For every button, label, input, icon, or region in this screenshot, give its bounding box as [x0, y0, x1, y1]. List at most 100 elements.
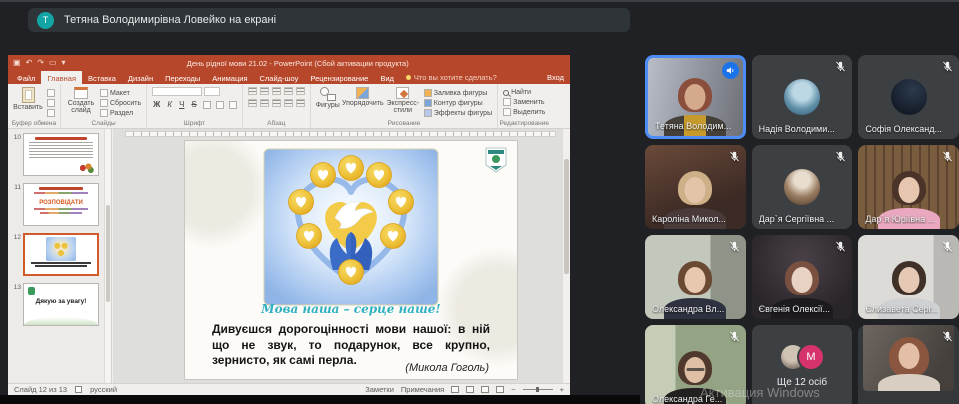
slide-10-thumbnail[interactable]	[23, 133, 99, 176]
participant-tile-unnamed[interactable]	[858, 325, 959, 404]
reading-view-icon[interactable]	[481, 386, 490, 393]
new-slide-button[interactable]: Создать слайд	[66, 87, 96, 114]
spellcheck-icon[interactable]	[75, 386, 83, 393]
layout-button[interactable]: Макет	[100, 89, 141, 97]
select-button[interactable]: Выделить	[503, 108, 545, 116]
section-label: Раздел	[110, 109, 134, 117]
participant-tile-yelyzaveta[interactable]: Єлизавета Серг...	[858, 235, 959, 319]
zoom-out-icon[interactable]: −	[511, 385, 515, 394]
shape-effects-button[interactable]: Эффекты фигуры	[423, 109, 493, 117]
tab-insert[interactable]: Вставка	[82, 71, 122, 84]
slideshow-view-icon[interactable]	[496, 386, 505, 393]
tab-animations[interactable]: Анимация	[206, 71, 253, 84]
replace-button[interactable]: Заменить	[503, 98, 545, 106]
find-icon	[503, 89, 510, 96]
tab-slideshow[interactable]: Слайд-шоу	[254, 71, 305, 84]
participant-tile-yevheniia[interactable]: Євгенія Олексії...	[751, 235, 853, 319]
zoom-slider[interactable]	[522, 387, 553, 392]
participant-tile-karolina[interactable]: Кароліна Микол...	[645, 145, 746, 229]
tab-design[interactable]: Дизайн	[122, 71, 159, 84]
slide-scrollbar[interactable]	[562, 129, 570, 383]
slideshow-icon[interactable]: ▭	[49, 55, 57, 71]
replace-label: Заменить	[513, 98, 545, 106]
paragraph-group-label: Абзац	[267, 120, 286, 127]
slide-12-thumbnail-selected[interactable]	[23, 233, 99, 276]
arrange-button[interactable]: Упорядочить	[342, 87, 384, 107]
avatar	[783, 169, 820, 205]
drawing-group-label: Рисование	[387, 120, 421, 127]
slide-13-thumbnail[interactable]: Дякую за увагу!	[23, 283, 99, 326]
align-right-icon[interactable]	[271, 99, 281, 107]
format-painter-icon[interactable]	[47, 109, 55, 117]
font-name-input[interactable]	[152, 87, 203, 96]
slide-canvas[interactable]: Мова наша – серце наше! Дивуєшся дорогоц…	[185, 141, 517, 379]
shape-outline-icon	[423, 99, 432, 107]
shape-fill-label: Заливка фигуры	[433, 89, 488, 97]
participant-tile-tetiana[interactable]: Тетяна Володим...	[645, 55, 746, 139]
undo-icon[interactable]: ↶	[26, 55, 33, 71]
find-button[interactable]: Найти	[503, 89, 545, 96]
thumbnail-scrollbar[interactable]	[104, 129, 111, 383]
horizontal-ruler	[125, 131, 556, 137]
tab-transitions[interactable]: Переходы	[159, 71, 206, 84]
participant-tile-daria-yu[interactable]: Дар`я Юріївна ...	[858, 145, 959, 229]
shape-fill-icon	[423, 89, 432, 97]
cut-icon[interactable]	[47, 89, 55, 97]
participant-tile-sofiia[interactable]: Софія Олександ...	[858, 55, 959, 139]
font-color-icon[interactable]	[228, 100, 237, 109]
tab-home[interactable]: Главная	[41, 71, 82, 84]
section-button[interactable]: Раздел	[100, 109, 141, 117]
participant-tile-daria-s[interactable]: Дар`я Сергіївна ...	[751, 145, 853, 229]
sign-in-button[interactable]: Вход	[547, 71, 564, 84]
bullets-icon[interactable]	[247, 87, 257, 95]
shape-fill-button[interactable]: Заливка фигуры	[423, 89, 492, 97]
align-left-icon[interactable]	[247, 99, 257, 107]
save-icon[interactable]: ▣	[13, 55, 21, 71]
avatar	[783, 79, 820, 115]
mic-off-icon	[943, 331, 952, 342]
slide-sorter-icon[interactable]	[466, 386, 475, 393]
italic-button[interactable]: К	[166, 100, 173, 109]
tab-view[interactable]: Вид	[374, 71, 400, 84]
slide-11-thumbnail[interactable]: РОЗПОВІДАТИ	[23, 183, 99, 226]
char-spacing-icon[interactable]	[202, 100, 211, 109]
shapes-button[interactable]: Фигуры	[316, 87, 340, 109]
justify-icon[interactable]	[283, 99, 293, 107]
quick-styles-button[interactable]: Экспресс-стили	[386, 87, 420, 114]
shape-outline-button[interactable]: Контур фигуры	[423, 99, 492, 107]
tab-file[interactable]: Файл	[11, 71, 41, 84]
paste-button[interactable]: Вставить	[13, 87, 43, 111]
font-size-input[interactable]	[204, 87, 221, 96]
align-center-icon[interactable]	[259, 99, 269, 107]
copy-icon[interactable]	[47, 99, 55, 107]
shape-effects-icon	[423, 109, 432, 117]
change-case-icon[interactable]	[215, 100, 224, 109]
columns-icon[interactable]	[295, 99, 305, 107]
tab-review[interactable]: Рецензирование	[304, 71, 374, 84]
redo-icon[interactable]: ↷	[37, 55, 44, 71]
reset-button[interactable]: Сбросить	[100, 99, 141, 107]
logo-mini	[28, 287, 35, 295]
notes-button[interactable]: Заметки	[365, 385, 394, 394]
shape-outline-label: Контур фигуры	[433, 99, 483, 107]
language-indicator[interactable]: русский	[90, 385, 117, 394]
windows-activation-watermark: Активация Windows	[700, 385, 820, 400]
slide-11-number: 11	[14, 184, 21, 191]
heart-image-mini	[46, 237, 76, 261]
lightbulb-icon	[405, 75, 411, 80]
tell-me-box[interactable]: Что вы хотите сделать?	[400, 71, 503, 84]
strikethrough-button[interactable]: S	[190, 100, 197, 109]
indent-decrease-icon[interactable]	[271, 87, 281, 95]
shapes-label: Фигуры	[315, 102, 340, 109]
normal-view-icon[interactable]	[451, 386, 460, 393]
line-spacing-icon[interactable]	[295, 87, 305, 95]
indent-increase-icon[interactable]	[283, 87, 293, 95]
shape-effects-label: Эффекты фигуры	[433, 109, 493, 117]
participant-tile-oleksandra-vl[interactable]: Олександра Вл...	[645, 235, 746, 319]
bold-button[interactable]: Ж	[152, 100, 161, 109]
zoom-in-icon[interactable]: +	[560, 385, 564, 394]
numbering-icon[interactable]	[259, 87, 269, 95]
participant-tile-nadiia[interactable]: Надія Володими...	[751, 55, 853, 139]
underline-button[interactable]: Ч	[178, 100, 185, 109]
comments-button[interactable]: Примечания	[401, 385, 444, 394]
